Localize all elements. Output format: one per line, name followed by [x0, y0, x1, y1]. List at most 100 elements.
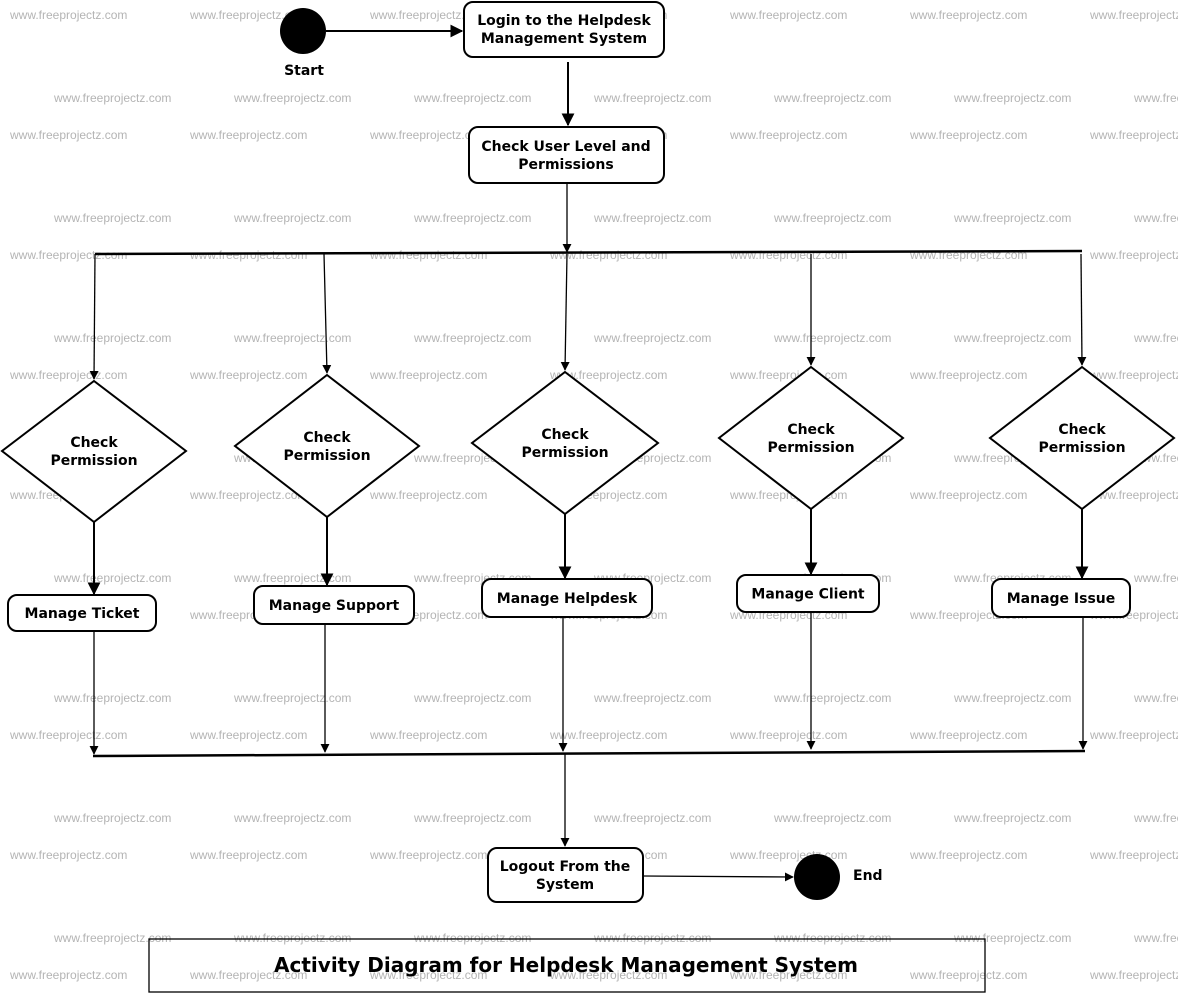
- watermark-text: www.freeprojectz.com: [413, 331, 531, 345]
- watermark-text: www.freeprojectz.com: [773, 691, 891, 705]
- watermark-text: www.freeprojectz.com: [413, 931, 531, 945]
- watermark-text: www.freeprojectz.com: [233, 331, 351, 345]
- watermark-text: www.freeprojectz.com: [593, 91, 711, 105]
- watermark-text: www.freeprojectz.com: [909, 8, 1027, 22]
- activity-logout: Logout From the System: [487, 847, 644, 903]
- logout-line-1: Logout From the: [500, 859, 631, 875]
- watermark-text: www.freeprojectz.com: [369, 248, 487, 262]
- branches: Check Permission Manage Ticket Check Permiss…: [0, 253, 1176, 755]
- end-label: End: [853, 868, 883, 884]
- watermark-text: www.freeprojectz.com: [369, 368, 487, 382]
- watermark-text: www.freeprojectz.com: [189, 248, 307, 262]
- watermark-text: www.freeprojectz.com: [413, 691, 531, 705]
- watermark-text: www.freeprojectz.com: [9, 968, 127, 982]
- watermark-text: www.freeprojectz.com: [909, 968, 1027, 982]
- diagram-title: Activity Diagram for Helpdesk Management…: [274, 953, 858, 977]
- diagram-title-box: Activity Diagram for Helpdesk Management…: [148, 938, 986, 993]
- watermark-text: www.freeprojectz.com: [773, 91, 891, 105]
- watermark-text: www.freeprojectz.com: [1133, 691, 1178, 705]
- watermark-text: www.freeprojectz.com: [593, 811, 711, 825]
- logout-line-2: System: [536, 877, 594, 893]
- activity-check-user-level: Check User Level and Permissions: [468, 126, 665, 184]
- watermark-text: www.freeprojectz.com: [1133, 811, 1178, 825]
- watermark-text: www.freeprojectz.com: [909, 128, 1027, 142]
- watermark-text: www.freeprojectz.com: [773, 331, 891, 345]
- watermark-text: www.freeprojectz.com: [9, 728, 127, 742]
- watermark-text: www.freeprojectz.com: [53, 571, 171, 585]
- watermark-text: www.freeprojectz.com: [773, 811, 891, 825]
- watermark-text: www.freeprojectz.com: [1133, 931, 1178, 945]
- watermark-text: www.freeprojectz.com: [53, 931, 171, 945]
- watermark-text: www.freeprojectz.com: [1133, 91, 1178, 105]
- decision-label-line-1: Check: [303, 430, 351, 446]
- decision-label-line-1: Check: [787, 422, 835, 438]
- watermark-text: www.freeprojectz.com: [773, 931, 891, 945]
- start-label: Start: [284, 63, 324, 79]
- watermark-text: www.freeprojectz.com: [909, 368, 1027, 382]
- activity-login: Login to the Helpdesk Management System: [463, 1, 665, 58]
- watermark-text: www.freeprojectz.com: [593, 331, 711, 345]
- action-label: Manage Ticket: [25, 606, 140, 622]
- watermark-text: www.freeprojectz.com: [413, 211, 531, 225]
- watermark-text: www.freeprojectz.com: [729, 368, 847, 382]
- check-user-line-1: Check User Level and: [481, 139, 650, 155]
- watermark-text: www.freeprojectz.com: [369, 488, 487, 502]
- watermark-text: www.freeprojectz.com: [369, 848, 487, 862]
- decision-label-line-2: Permission: [521, 445, 608, 461]
- watermark-text: www.freeprojectz.com: [1133, 571, 1178, 585]
- watermark-text: www.freeprojectz.com: [53, 691, 171, 705]
- login-line-2: Management System: [481, 31, 647, 47]
- start-node: [280, 8, 326, 54]
- watermark-text: www.freeprojectz.com: [9, 368, 127, 382]
- watermark-text: www.freeprojectz.com: [729, 8, 847, 22]
- watermark-text: www.freeprojectz.com: [53, 211, 171, 225]
- branch-1: Check Permission Manage Ticket: [0, 253, 188, 755]
- watermark-text: www.freeprojectz.com: [953, 211, 1071, 225]
- flow-fork-to-decision: [322, 253, 332, 374]
- flow-fork-to-decision: [89, 253, 99, 380]
- watermark-text: www.freeprojectz.com: [233, 811, 351, 825]
- watermark-text: www.freeprojectz.com: [953, 691, 1071, 705]
- watermark-text: www.freeprojectz.com: [369, 728, 487, 742]
- branch-2: Check Permission Manage Support: [233, 253, 421, 753]
- watermark-text: www.freeprojectz.com: [729, 728, 847, 742]
- watermark-text: www.freeprojectz.com: [53, 91, 171, 105]
- watermark-text: www.freeprojectz.com: [593, 211, 711, 225]
- watermark-text: www.freeprojectz.com: [773, 211, 891, 225]
- action-label: Manage Support: [269, 598, 400, 614]
- decision-label-line-2: Permission: [50, 453, 137, 469]
- watermark-text: www.freeprojectz.com: [1089, 248, 1178, 262]
- decision-label-line-1: Check: [1058, 422, 1106, 438]
- action-label: Manage Helpdesk: [497, 591, 638, 607]
- join-bar: [92, 749, 1086, 758]
- decision-label-line-1: Check: [70, 435, 118, 451]
- check-user-line-2: Permissions: [518, 157, 613, 173]
- branch-3: Check Permission Manage Helpdesk: [470, 253, 660, 752]
- watermark-text: www.freeprojectz.com: [729, 128, 847, 142]
- watermark-text: www.freeprojectz.com: [909, 728, 1027, 742]
- watermark-text: www.freeprojectz.com: [233, 931, 351, 945]
- watermark-text: www.freeprojectz.com: [189, 368, 307, 382]
- watermark-text: www.freeprojectz.com: [953, 331, 1071, 345]
- watermark-text: www.freeprojectz.com: [1089, 728, 1178, 742]
- watermark-text: www.freeprojectz.com: [1133, 331, 1178, 345]
- watermark-text: www.freeprojectz.com: [189, 728, 307, 742]
- watermark-text: www.freeprojectz.com: [1089, 128, 1178, 142]
- decision-label-line-1: Check: [541, 427, 589, 443]
- decision-label-line-2: Permission: [1038, 440, 1125, 456]
- decision-label-line-2: Permission: [283, 448, 370, 464]
- flow-fork-to-decision: [1077, 253, 1087, 366]
- watermark-text: www.freeprojectz.com: [1089, 968, 1178, 982]
- watermark-text: www.freeprojectz.com: [233, 691, 351, 705]
- watermark-text: www.freeprojectz.com: [233, 211, 351, 225]
- watermark-text: www.freeprojectz.com: [53, 331, 171, 345]
- decision-label-line-2: Permission: [767, 440, 854, 456]
- action-label: Manage Issue: [1007, 591, 1116, 607]
- watermark-text: www.freeprojectz.com: [729, 248, 847, 262]
- watermark-text: www.freeprojectz.com: [953, 811, 1071, 825]
- watermark-text: www.freeprojectz.com: [413, 91, 531, 105]
- watermark-text: www.freeprojectz.com: [233, 571, 351, 585]
- watermark-text: www.freeprojectz.com: [1089, 8, 1178, 22]
- watermark-text: www.freeprojectz.com: [413, 811, 531, 825]
- watermark-text: www.freeprojectz.com: [1089, 368, 1178, 382]
